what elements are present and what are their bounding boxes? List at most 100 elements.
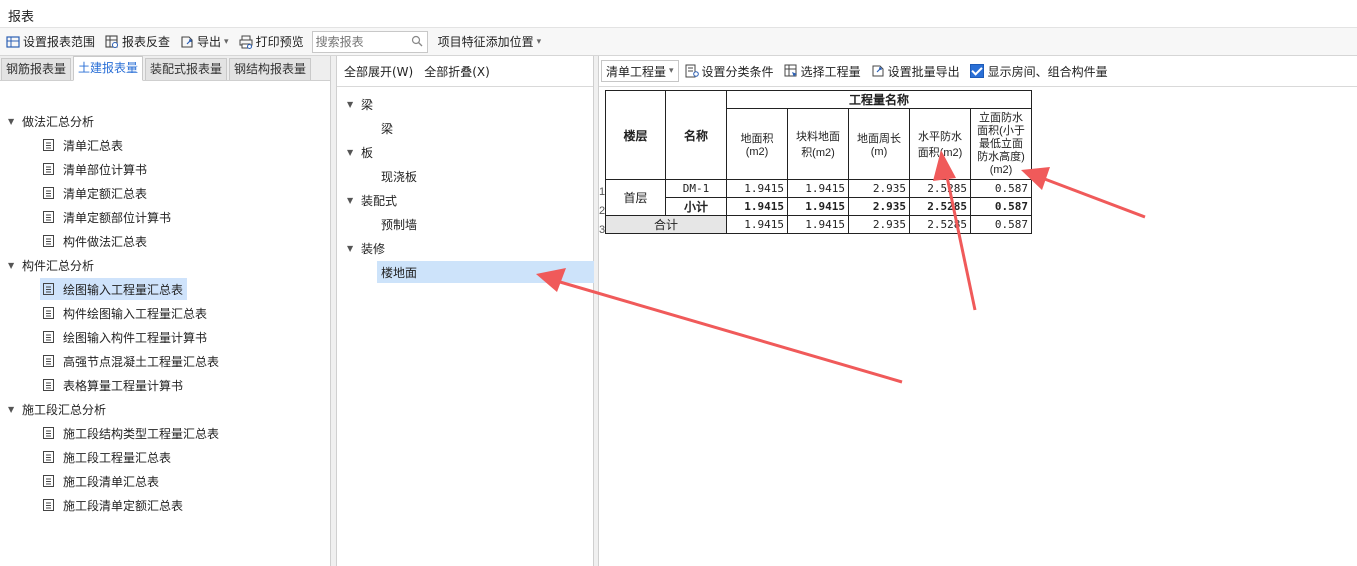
title-bar: 报表 [0, 0, 1357, 28]
report-toolbar: 清单工程量 ▾ 设置分类条件 选择工程量 设置批量导出 显示房间、组合构件量 [599, 56, 1357, 87]
report-type-tabs: 钢筋报表量 土建报表量 装配式报表量 钢结构报表量 [0, 56, 330, 81]
tree-item[interactable]: 清单汇总表 [40, 134, 127, 156]
tree-group-section[interactable]: ▼ 施工段汇总分析 [8, 399, 106, 419]
cell-value: 2.935 [848, 179, 910, 198]
tree-leaf-prefab-wall[interactable]: 预制墙 [377, 213, 421, 235]
cell-value: 2.935 [848, 197, 910, 216]
report-search-input[interactable] [315, 33, 406, 50]
batch-export-button[interactable]: 设置批量导出 [867, 60, 964, 82]
tree-group-component[interactable]: ▼ 构件汇总分析 [8, 255, 94, 275]
cell-floor: 首层 [605, 179, 666, 216]
search-icon[interactable] [411, 35, 423, 47]
tree-group-method[interactable]: ▼ 做法汇总分析 [8, 111, 94, 131]
set-range-button[interactable]: 设置报表范围 [2, 31, 99, 53]
export-button[interactable]: 导出 ▾ [176, 31, 233, 53]
document-icon [43, 163, 54, 175]
table-row-total[interactable]: 合计 1.9415 1.9415 2.935 2.5285 0.587 [605, 215, 1032, 234]
expand-triangle-icon[interactable]: ▼ [8, 405, 22, 414]
feature-position-dropdown[interactable]: 项目特征添加位置 ▾ [434, 31, 546, 53]
tree-node-slab[interactable]: ▼ 板 [347, 142, 373, 162]
cell-value: 1.9415 [726, 197, 788, 216]
header-perimeter: 地面周长(m) [848, 108, 910, 180]
tree-item[interactable]: 高强节点混凝土工程量汇总表 [40, 350, 223, 372]
set-range-label: 设置报表范围 [23, 35, 96, 49]
cell-value: 1.9415 [726, 179, 788, 198]
print-preview-button[interactable]: 打印预览 [235, 31, 308, 53]
cell-value: 1.9415 [787, 179, 849, 198]
set-category-button[interactable]: 设置分类条件 [681, 60, 778, 82]
cell-value: 1.9415 [787, 215, 849, 234]
expand-triangle-icon[interactable]: ▼ [347, 244, 361, 253]
table-row-subtotal[interactable]: 小计 1.9415 1.9415 2.935 2.5285 0.587 [606, 197, 1032, 216]
tab-civil-report[interactable]: 土建报表量 [73, 56, 144, 81]
tree-item-selected[interactable]: 绘图输入工程量汇总表 [40, 278, 188, 300]
tab-prefab-report[interactable]: 装配式报表量 [145, 58, 228, 80]
cell-value: 1.9415 [787, 197, 849, 216]
report-grid: 楼层 名称 工程量名称 地面积(m2) 块料地面积(m2) 地面周长(m) 水平… [605, 90, 1032, 234]
tree-node-finish[interactable]: ▼ 装修 [347, 238, 385, 258]
tab-rebar-report[interactable]: 钢筋报表量 [1, 58, 72, 80]
report-list-panel: 钢筋报表量 土建报表量 装配式报表量 钢结构报表量 ▼ 做法汇总分析 清单汇总表 … [0, 56, 331, 566]
document-icon [43, 427, 54, 439]
tree-item[interactable]: 清单部位计算书 [40, 158, 151, 180]
cell-value: 2.5285 [909, 179, 971, 198]
chevron-down-icon: ▾ [669, 66, 674, 76]
document-icon [43, 379, 54, 391]
tree-leaf-beam[interactable]: 梁 [377, 117, 397, 139]
document-icon [43, 235, 54, 247]
expand-triangle-icon[interactable]: ▼ [347, 196, 361, 205]
header-name: 名称 [665, 90, 727, 180]
report-table: 楼层 名称 工程量名称 地面积(m2) 块料地面积(m2) 地面周长(m) 水平… [605, 90, 1032, 234]
tree-item[interactable]: 清单定额汇总表 [40, 182, 151, 204]
document-icon [43, 283, 54, 295]
collapse-all-button[interactable]: 全部折叠(X) [424, 63, 490, 80]
tree-item[interactable]: 施工段工程量汇总表 [40, 446, 175, 468]
row-number: 3 [599, 224, 606, 236]
expand-triangle-icon[interactable]: ▼ [347, 100, 361, 109]
show-rooms-label: 显示房间、组合构件量 [987, 64, 1108, 79]
tree-item[interactable]: 绘图输入构件工程量计算书 [40, 326, 211, 348]
chevron-down-icon: ▾ [536, 36, 542, 47]
cell-value: 1.9415 [726, 215, 788, 234]
select-quantity-button[interactable]: 选择工程量 [780, 60, 865, 82]
tree-item[interactable]: 施工段结构类型工程量汇总表 [40, 422, 223, 444]
batch-export-icon [872, 65, 884, 77]
cell-value: 2.935 [848, 215, 910, 234]
category-settings-icon [685, 64, 699, 78]
window-title: 报表 [8, 10, 35, 25]
report-search-box[interactable] [311, 30, 428, 53]
feature-position-label: 项目特征添加位置 [437, 35, 534, 49]
report-check-button[interactable]: 报表反查 [101, 31, 174, 53]
tree-node-beam[interactable]: ▼ 梁 [347, 94, 373, 114]
tab-steel-report[interactable]: 钢结构报表量 [229, 58, 312, 80]
tree-item[interactable]: 施工段清单汇总表 [40, 470, 163, 492]
tree-toolbar: 全部展开(W) 全部折叠(X) [337, 56, 593, 87]
document-icon [43, 499, 54, 511]
header-floor-area: 地面积(m2) [726, 108, 788, 180]
show-rooms-checkbox[interactable] [969, 64, 984, 78]
expand-all-button[interactable]: 全部展开(W) [344, 63, 413, 80]
tree-item[interactable]: 表格算量工程量计算书 [40, 374, 187, 396]
expand-triangle-icon[interactable]: ▼ [347, 148, 361, 157]
tree-leaf-floor-selected[interactable]: 楼地面 [377, 261, 595, 283]
tree-item[interactable]: 清单定额部位计算书 [40, 206, 175, 228]
cell-value: 0.587 [970, 197, 1032, 216]
tree-item[interactable]: 构件绘图输入工程量汇总表 [40, 302, 211, 324]
row-number: 1 [599, 186, 606, 198]
export-label: 导出 [197, 35, 222, 49]
tree-item[interactable]: 施工段清单定额汇总表 [40, 494, 187, 516]
print-preview-label: 打印预览 [255, 35, 304, 49]
expand-triangle-icon[interactable]: ▼ [8, 261, 22, 270]
document-icon [43, 451, 54, 463]
tree-leaf-cast-slab[interactable]: 现浇板 [377, 165, 421, 187]
table-row[interactable]: 首层 DM-1 1.9415 1.9415 2.935 2.5285 0.587 [605, 179, 1032, 216]
cell-value: 0.587 [970, 215, 1032, 234]
quantity-type-select[interactable]: 清单工程量 ▾ [601, 60, 679, 82]
expand-triangle-icon[interactable]: ▼ [8, 117, 22, 126]
grid-search-icon [105, 34, 119, 48]
document-icon [43, 307, 54, 319]
tree-item[interactable]: 构件做法汇总表 [40, 230, 151, 252]
tree-node-prefab[interactable]: ▼ 装配式 [347, 190, 397, 210]
header-tile-area: 块料地面积(m2) [787, 108, 849, 180]
chevron-down-icon: ▾ [224, 36, 229, 47]
